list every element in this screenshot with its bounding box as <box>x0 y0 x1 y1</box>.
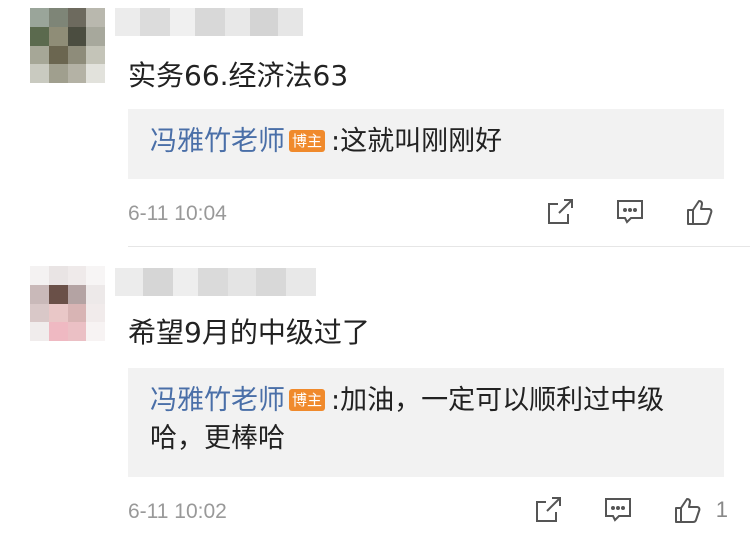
reply-line: 冯雅竹老师 博主:这就叫刚刚好 <box>150 123 702 161</box>
comment-button[interactable] <box>602 494 634 526</box>
reply-author-link[interactable]: 冯雅竹老师 <box>150 126 285 157</box>
blogger-badge: 博主 <box>289 130 326 152</box>
blogger-reply[interactable]: 冯雅竹老师 博主:加油，一定可以顺利过中级 哈，更棒哈 <box>128 368 724 477</box>
comment-timestamp: 6-11 10:04 <box>128 202 227 225</box>
like-count: 1 <box>715 497 728 522</box>
comment-button[interactable] <box>614 196 646 228</box>
reply-text-continued: 哈，更棒哈 <box>150 423 285 454</box>
comment-item: 希望9月的中级过了 冯雅竹老师 博主:加油，一定可以顺利过中级 哈，更棒哈 6-1… <box>0 248 750 537</box>
username-blurred[interactable] <box>115 8 303 36</box>
share-button[interactable] <box>532 494 564 526</box>
comment-icon <box>604 498 631 522</box>
thumbs-up-icon <box>687 200 713 225</box>
avatar[interactable] <box>30 266 105 341</box>
avatar[interactable] <box>30 8 105 83</box>
comment-timestamp: 6-11 10:02 <box>128 500 227 523</box>
comment-icon <box>617 200 643 224</box>
reply-text: :加油，一定可以顺利过中级 <box>331 385 665 416</box>
comment-text: 希望9月的中级过了 <box>128 316 370 349</box>
comment-actions: 1 <box>494 494 728 526</box>
comment-text: 实务66.经济法63 <box>128 59 349 92</box>
like-button[interactable]: 1 <box>672 494 728 526</box>
username-blurred[interactable] <box>115 268 316 296</box>
reply-author-link[interactable]: 冯雅竹老师 <box>150 385 285 416</box>
blogger-reply[interactable]: 冯雅竹老师 博主:这就叫刚刚好 <box>128 109 724 179</box>
share-icon <box>548 199 573 224</box>
thumbs-up-icon <box>674 498 701 523</box>
blogger-badge: 博主 <box>289 389 326 411</box>
comment-actions <box>506 196 728 228</box>
like-button[interactable] <box>684 196 728 228</box>
reply-line: 冯雅竹老师 博主:加油，一定可以顺利过中级 <box>150 382 702 420</box>
comment-item: 实务66.经济法63 冯雅竹老师 博主:这就叫刚刚好 6-11 10:04 <box>0 0 750 247</box>
share-button[interactable] <box>544 196 576 228</box>
divider <box>128 246 750 247</box>
share-icon <box>535 497 561 522</box>
reply-text: :这就叫刚刚好 <box>331 126 503 157</box>
